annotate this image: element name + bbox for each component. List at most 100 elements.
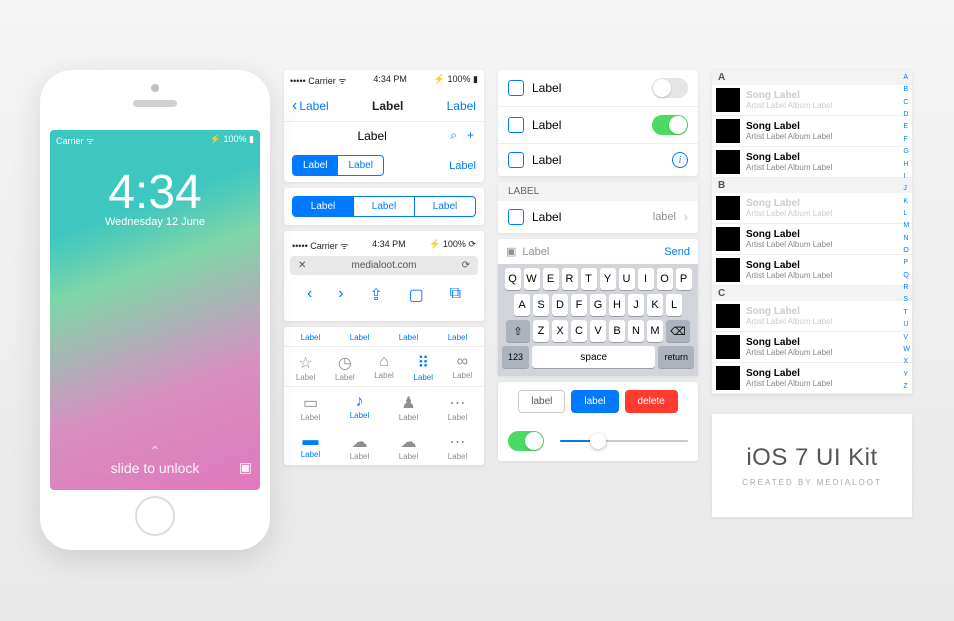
segment-item[interactable]: Label — [293, 156, 338, 175]
url-bar[interactable]: ✕ medialoot.com ⟳ — [290, 256, 478, 275]
segment-item[interactable]: Label — [415, 197, 475, 216]
tab-item[interactable]: ☁Label — [384, 432, 433, 461]
key[interactable]: L — [666, 294, 682, 316]
checkbox[interactable] — [508, 117, 524, 133]
segment-item[interactable]: Label — [354, 197, 415, 216]
list-item[interactable]: Song LabelArtist Label Album Label — [712, 224, 912, 255]
search-icon[interactable]: ⌕ — [450, 128, 457, 143]
table-row[interactable]: Label label › — [498, 201, 698, 233]
tab-item[interactable]: ♟Label — [384, 393, 433, 422]
return-key[interactable]: return — [658, 346, 694, 368]
checkbox[interactable] — [508, 80, 524, 96]
table-row[interactable]: Label i — [498, 144, 698, 176]
key[interactable]: I — [638, 268, 654, 290]
forward-icon[interactable]: › — [338, 285, 343, 305]
key[interactable]: V — [590, 320, 606, 342]
list-item[interactable]: Song LabelArtist Label Album Label — [712, 255, 912, 286]
key[interactable]: M — [647, 320, 663, 342]
nav-back-button[interactable]: Label — [292, 97, 329, 115]
key[interactable]: E — [543, 268, 559, 290]
slide-to-unlock[interactable]: ⌃ slide to unlock ▣ — [50, 443, 260, 476]
key[interactable]: O — [657, 268, 673, 290]
numbers-key[interactable]: 123 — [502, 346, 529, 368]
list-item[interactable]: Song LabelArtist Label Album Label — [712, 332, 912, 363]
camera-icon[interactable]: ▣ — [506, 245, 516, 258]
slider[interactable] — [560, 440, 688, 442]
key[interactable]: T — [581, 268, 597, 290]
back-icon[interactable]: ‹ — [307, 285, 312, 305]
key[interactable]: B — [609, 320, 625, 342]
switch-on[interactable] — [652, 115, 688, 135]
tabs-icon[interactable]: ⧉ — [450, 285, 461, 305]
info-icon[interactable]: i — [672, 152, 688, 168]
key[interactable]: K — [647, 294, 663, 316]
backspace-key[interactable]: ⌫ — [666, 320, 690, 342]
list-item[interactable]: Song LabelArtist Label Album Label — [712, 193, 912, 224]
list-item[interactable]: Song LabelArtist Label Album Label — [712, 301, 912, 332]
button-default[interactable]: label — [518, 390, 565, 413]
tab-item[interactable]: ⋯Label — [433, 393, 482, 422]
list-item[interactable]: Song LabelArtist Label Album Label — [712, 363, 912, 394]
key[interactable]: U — [619, 268, 635, 290]
tab-recents[interactable]: ◷Label — [325, 353, 364, 382]
switch-on[interactable] — [508, 431, 544, 451]
button-delete[interactable]: delete — [625, 390, 678, 413]
share-icon[interactable]: ⇪ — [369, 285, 382, 305]
list-item[interactable]: Song LabelArtist Label Album Label — [712, 116, 912, 147]
stop-icon[interactable]: ✕ — [298, 260, 306, 271]
key[interactable]: R — [562, 268, 578, 290]
checkbox[interactable] — [508, 209, 524, 225]
send-button[interactable]: Send — [664, 246, 690, 258]
list-item[interactable]: Song LabelArtist Label Album Label — [712, 147, 912, 178]
segment-link[interactable]: Label — [449, 160, 476, 172]
key[interactable]: G — [590, 294, 606, 316]
key[interactable]: F — [571, 294, 587, 316]
key[interactable]: W — [524, 268, 540, 290]
reload-icon[interactable]: ⟳ — [462, 260, 470, 271]
key[interactable]: P — [676, 268, 692, 290]
key[interactable]: N — [628, 320, 644, 342]
key[interactable]: Q — [505, 268, 521, 290]
camera-icon[interactable]: ▣ — [239, 459, 252, 476]
tab-link[interactable]: Label — [384, 333, 433, 342]
tab-item[interactable]: ▬Label — [286, 432, 335, 461]
key[interactable]: C — [571, 320, 587, 342]
key[interactable]: S — [533, 294, 549, 316]
table-row[interactable]: Label — [498, 107, 698, 144]
tab-voicemail[interactable]: ∞Label — [443, 353, 482, 382]
space-key[interactable]: space — [532, 346, 655, 368]
key[interactable]: Z — [533, 320, 549, 342]
tab-keypad[interactable]: ⠿Label — [404, 353, 443, 382]
segmented-wide[interactable]: Label Label Label — [292, 196, 476, 217]
segment-item[interactable]: Label — [293, 197, 354, 216]
segment-item[interactable]: Label — [338, 156, 382, 175]
checkbox[interactable] — [508, 152, 524, 168]
button-primary[interactable]: label — [571, 390, 618, 413]
list-item[interactable]: Song LabelArtist Label Album Label — [712, 85, 912, 116]
key[interactable]: D — [552, 294, 568, 316]
tab-home[interactable]: ⌂Label — [364, 353, 403, 382]
key[interactable]: J — [628, 294, 644, 316]
home-button[interactable] — [135, 496, 175, 536]
tab-link[interactable]: Label — [286, 333, 335, 342]
table-row[interactable]: Label — [498, 70, 698, 107]
tab-link[interactable]: Label — [433, 333, 482, 342]
tab-item[interactable]: ♪Label — [335, 393, 384, 422]
index-bar[interactable]: ABCDEFGHIJKLMNOPQRSTUVWXYZ — [903, 74, 910, 390]
nav-right-button[interactable]: Label — [447, 99, 476, 113]
switch-off[interactable] — [652, 78, 688, 98]
key[interactable]: X — [552, 320, 568, 342]
slider-thumb[interactable] — [590, 433, 606, 449]
add-icon[interactable]: + — [467, 128, 474, 143]
key[interactable]: A — [514, 294, 530, 316]
tab-link[interactable]: Label — [335, 333, 384, 342]
bookmarks-icon[interactable]: ▢ — [409, 285, 424, 305]
tab-item[interactable]: ⋯Label — [433, 432, 482, 461]
key[interactable]: H — [609, 294, 625, 316]
tab-favorites[interactable]: ☆Label — [286, 353, 325, 382]
message-input[interactable]: Label — [522, 246, 549, 258]
key[interactable]: Y — [600, 268, 616, 290]
shift-key[interactable]: ⇧ — [506, 320, 530, 342]
segmented-small[interactable]: Label Label — [292, 155, 384, 176]
tab-item[interactable]: ☁Label — [335, 432, 384, 461]
